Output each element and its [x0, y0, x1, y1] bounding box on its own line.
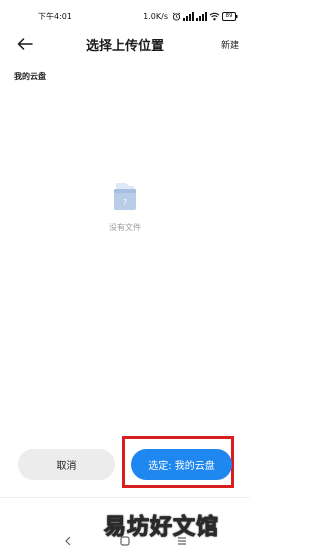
- empty-state: ? 没有文件: [0, 180, 250, 233]
- status-bar: 下午4:01 1.0K/s 89: [0, 0, 250, 32]
- signal-icon: [183, 11, 194, 21]
- svg-text:?: ?: [123, 198, 127, 207]
- page-title: 选择上传位置: [85, 39, 164, 54]
- battery-icon: 89: [222, 11, 238, 21]
- status-icons: 1.0K/s 89: [143, 9, 238, 23]
- watermark-text: 易坊好文馆: [103, 515, 220, 541]
- breadcrumb-current-folder[interactable]: 我的云盘: [14, 71, 46, 82]
- divider: [0, 497, 250, 498]
- network-speed: 1.0K/s: [143, 11, 168, 21]
- new-folder-button[interactable]: 新建: [221, 38, 239, 51]
- battery-level: 89: [225, 12, 233, 19]
- wifi-icon: [209, 12, 220, 21]
- empty-message: 没有文件: [109, 223, 141, 232]
- status-time: 下午4:01: [38, 12, 72, 21]
- cancel-button[interactable]: 取消: [18, 449, 115, 480]
- chevron-left-icon: [65, 536, 71, 546]
- empty-folder-icon: ?: [110, 180, 140, 214]
- nav-back-button[interactable]: [61, 534, 75, 548]
- confirm-location-button[interactable]: 选定: 我的云盘: [131, 449, 232, 480]
- signal-icon: [196, 11, 207, 21]
- header: 选择上传位置 新建: [0, 32, 250, 56]
- alarm-icon: [172, 12, 181, 21]
